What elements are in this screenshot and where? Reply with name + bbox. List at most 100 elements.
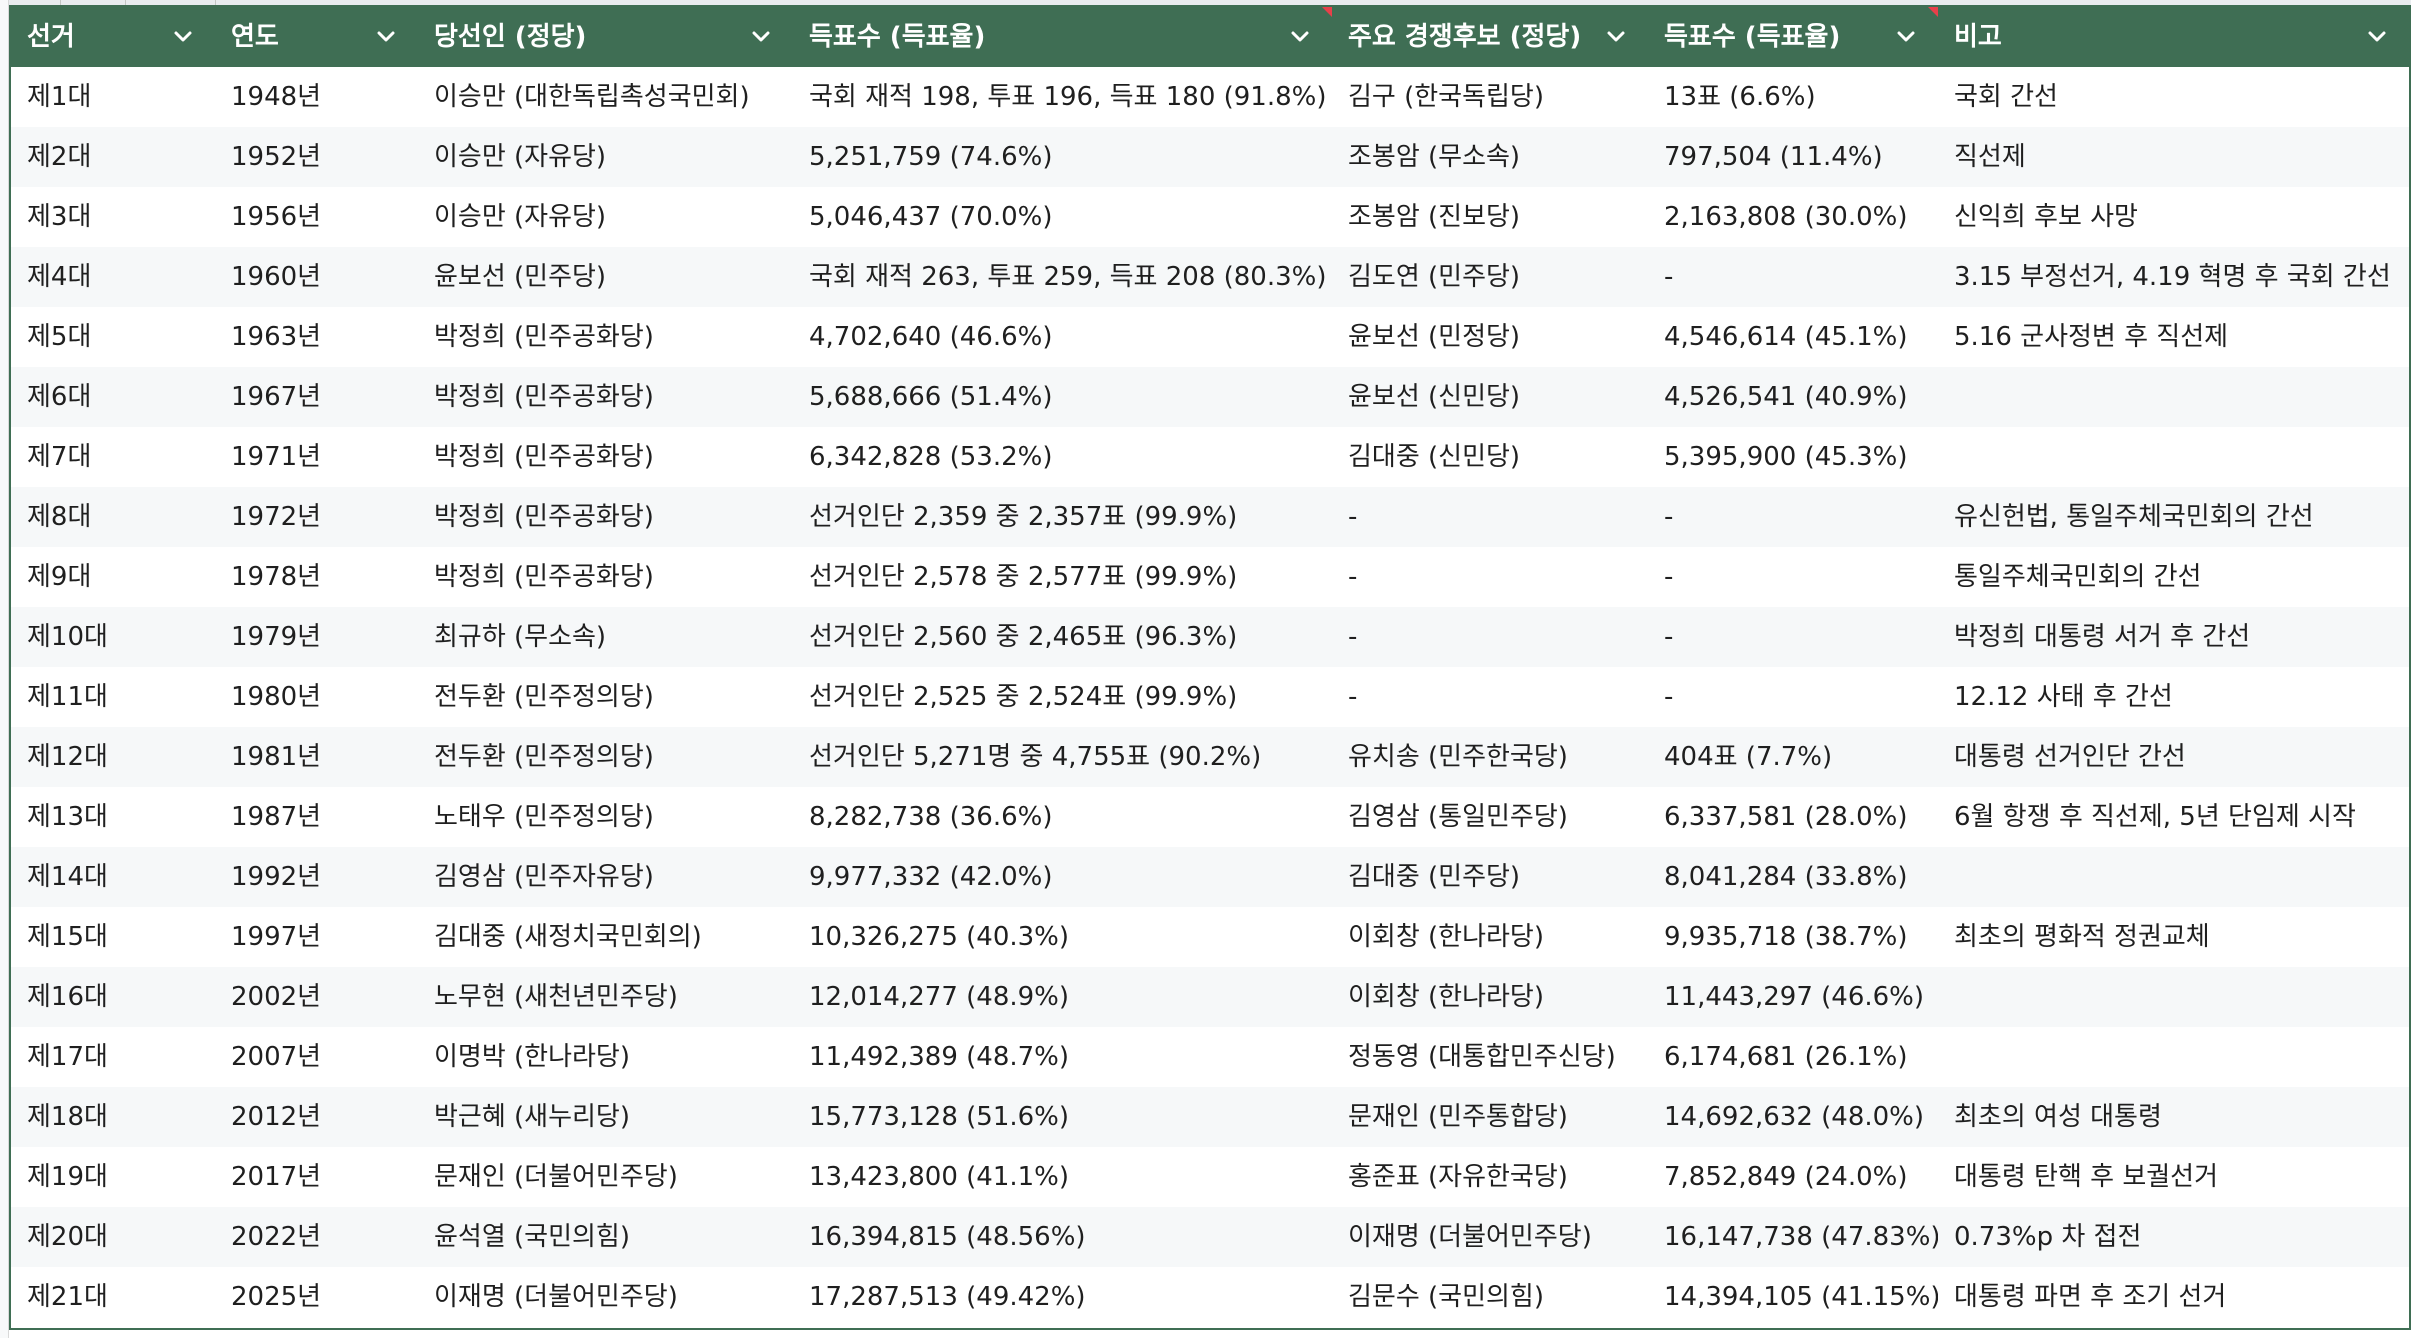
- cell-runner-up-votes[interactable]: 797,504 (11.4%): [1648, 127, 1938, 187]
- chevron-down-icon[interactable]: [376, 27, 396, 47]
- header-winner[interactable]: 당선인 (정당): [418, 7, 793, 67]
- cell-winner[interactable]: 이승만 (자유당): [418, 187, 793, 247]
- cell-runner-up-votes[interactable]: 7,852,849 (24.0%): [1648, 1147, 1938, 1207]
- cell-year[interactable]: 1997년: [215, 907, 418, 967]
- cell-year[interactable]: 2012년: [215, 1087, 418, 1147]
- cell-notes[interactable]: 국회 간선: [1938, 67, 2409, 127]
- cell-year[interactable]: 2002년: [215, 967, 418, 1027]
- cell-election[interactable]: 제7대: [11, 427, 215, 487]
- header-runner-up[interactable]: 주요 경쟁후보 (정당): [1332, 7, 1648, 67]
- cell-notes[interactable]: 박정희 대통령 서거 후 간선: [1938, 607, 2409, 667]
- cell-year[interactable]: 1992년: [215, 847, 418, 907]
- cell-runner-up-votes[interactable]: 8,041,284 (33.8%): [1648, 847, 1938, 907]
- cell-year[interactable]: 2025년: [215, 1267, 418, 1327]
- cell-notes[interactable]: 3.15 부정선거, 4.19 혁명 후 국회 간선: [1938, 247, 2409, 307]
- cell-winner[interactable]: 이재명 (더불어민주당): [418, 1267, 793, 1327]
- cell-runner-up-votes[interactable]: -: [1648, 547, 1938, 607]
- cell-election[interactable]: 제5대: [11, 307, 215, 367]
- cell-notes[interactable]: [1938, 847, 2409, 907]
- cell-winner[interactable]: 박정희 (민주공화당): [418, 427, 793, 487]
- cell-winner-votes[interactable]: 12,014,277 (48.9%): [793, 967, 1332, 1027]
- cell-winner-votes[interactable]: 선거인단 2,560 중 2,465표 (96.3%): [793, 607, 1332, 667]
- cell-runner-up-votes[interactable]: 14,692,632 (48.0%): [1648, 1087, 1938, 1147]
- cell-winner-votes[interactable]: 15,773,128 (51.6%): [793, 1087, 1332, 1147]
- cell-election[interactable]: 제11대: [11, 667, 215, 727]
- cell-winner-votes[interactable]: 13,423,800 (41.1%): [793, 1147, 1332, 1207]
- cell-year[interactable]: 1980년: [215, 667, 418, 727]
- chevron-down-icon[interactable]: [2367, 27, 2387, 47]
- cell-year[interactable]: 1987년: [215, 787, 418, 847]
- cell-runner-up[interactable]: 조봉암 (무소속): [1332, 127, 1648, 187]
- row-header-gutter[interactable]: [0, 0, 9, 1338]
- cell-winner[interactable]: 박정희 (민주공화당): [418, 307, 793, 367]
- cell-winner-votes[interactable]: 선거인단 2,359 중 2,357표 (99.9%): [793, 487, 1332, 547]
- cell-runner-up[interactable]: 문재인 (민주통합당): [1332, 1087, 1648, 1147]
- cell-notes[interactable]: 최초의 여성 대통령: [1938, 1087, 2409, 1147]
- cell-election[interactable]: 제18대: [11, 1087, 215, 1147]
- cell-year[interactable]: 1948년: [215, 67, 418, 127]
- cell-runner-up[interactable]: 김도연 (민주당): [1332, 247, 1648, 307]
- header-notes[interactable]: 비고: [1938, 7, 2409, 67]
- cell-year[interactable]: 1952년: [215, 127, 418, 187]
- cell-election[interactable]: 제9대: [11, 547, 215, 607]
- cell-year[interactable]: 2007년: [215, 1027, 418, 1087]
- header-winner-votes[interactable]: 득표수 (득표율): [793, 7, 1332, 67]
- cell-winner-votes[interactable]: 4,702,640 (46.6%): [793, 307, 1332, 367]
- cell-notes[interactable]: [1938, 1027, 2409, 1087]
- cell-winner[interactable]: 박근혜 (새누리당): [418, 1087, 793, 1147]
- cell-winner[interactable]: 김영삼 (민주자유당): [418, 847, 793, 907]
- cell-notes[interactable]: 직선제: [1938, 127, 2409, 187]
- cell-winner[interactable]: 박정희 (민주공화당): [418, 547, 793, 607]
- cell-election[interactable]: 제20대: [11, 1207, 215, 1267]
- cell-runner-up-votes[interactable]: 16,147,738 (47.83%): [1648, 1207, 1938, 1267]
- cell-notes[interactable]: [1938, 427, 2409, 487]
- comment-marker[interactable]: [1322, 7, 1332, 17]
- comment-marker[interactable]: [1928, 7, 1938, 17]
- chevron-down-icon[interactable]: [173, 27, 193, 47]
- cell-year[interactable]: 1971년: [215, 427, 418, 487]
- cell-winner-votes[interactable]: 16,394,815 (48.56%): [793, 1207, 1332, 1267]
- cell-winner[interactable]: 박정희 (민주공화당): [418, 367, 793, 427]
- cell-election[interactable]: 제12대: [11, 727, 215, 787]
- cell-runner-up-votes[interactable]: 6,337,581 (28.0%): [1648, 787, 1938, 847]
- cell-winner[interactable]: 윤석열 (국민의힘): [418, 1207, 793, 1267]
- cell-year[interactable]: 1960년: [215, 247, 418, 307]
- cell-runner-up-votes[interactable]: 14,394,105 (41.15%): [1648, 1267, 1938, 1327]
- header-election[interactable]: 선거: [11, 7, 215, 67]
- cell-runner-up[interactable]: 윤보선 (신민당): [1332, 367, 1648, 427]
- cell-year[interactable]: 1956년: [215, 187, 418, 247]
- cell-runner-up-votes[interactable]: 13표 (6.6%): [1648, 67, 1938, 127]
- cell-notes[interactable]: 유신헌법, 통일주체국민회의 간선: [1938, 487, 2409, 547]
- cell-year[interactable]: 1963년: [215, 307, 418, 367]
- cell-runner-up-votes[interactable]: -: [1648, 487, 1938, 547]
- cell-winner-votes[interactable]: 9,977,332 (42.0%): [793, 847, 1332, 907]
- chevron-down-icon[interactable]: [1896, 27, 1916, 47]
- cell-winner-votes[interactable]: 6,342,828 (53.2%): [793, 427, 1332, 487]
- cell-runner-up[interactable]: 김문수 (국민의힘): [1332, 1267, 1648, 1327]
- cell-notes[interactable]: 통일주체국민회의 간선: [1938, 547, 2409, 607]
- cell-election[interactable]: 제3대: [11, 187, 215, 247]
- cell-runner-up[interactable]: 조봉암 (진보당): [1332, 187, 1648, 247]
- cell-year[interactable]: 1981년: [215, 727, 418, 787]
- cell-runner-up[interactable]: -: [1332, 487, 1648, 547]
- cell-year[interactable]: 2017년: [215, 1147, 418, 1207]
- cell-notes[interactable]: 신익희 후보 사망: [1938, 187, 2409, 247]
- cell-election[interactable]: 제8대: [11, 487, 215, 547]
- cell-notes[interactable]: 0.73%p 차 접전: [1938, 1207, 2409, 1267]
- cell-winner[interactable]: 노태우 (민주정의당): [418, 787, 793, 847]
- cell-notes[interactable]: 대통령 탄핵 후 보궐선거: [1938, 1147, 2409, 1207]
- cell-winner-votes[interactable]: 5,046,437 (70.0%): [793, 187, 1332, 247]
- cell-runner-up[interactable]: 이회창 (한나라당): [1332, 907, 1648, 967]
- cell-winner[interactable]: 노무현 (새천년민주당): [418, 967, 793, 1027]
- cell-runner-up[interactable]: 김영삼 (통일민주당): [1332, 787, 1648, 847]
- cell-winner-votes[interactable]: 선거인단 2,525 중 2,524표 (99.9%): [793, 667, 1332, 727]
- cell-winner[interactable]: 이승만 (자유당): [418, 127, 793, 187]
- cell-winner-votes[interactable]: 5,251,759 (74.6%): [793, 127, 1332, 187]
- cell-runner-up-votes[interactable]: -: [1648, 247, 1938, 307]
- cell-winner[interactable]: 이명박 (한나라당): [418, 1027, 793, 1087]
- cell-winner-votes[interactable]: 국회 재적 263, 투표 259, 득표 208 (80.3%): [793, 247, 1332, 307]
- cell-election[interactable]: 제2대: [11, 127, 215, 187]
- cell-notes[interactable]: [1938, 967, 2409, 1027]
- cell-winner-votes[interactable]: 10,326,275 (40.3%): [793, 907, 1332, 967]
- cell-runner-up[interactable]: 유치송 (민주한국당): [1332, 727, 1648, 787]
